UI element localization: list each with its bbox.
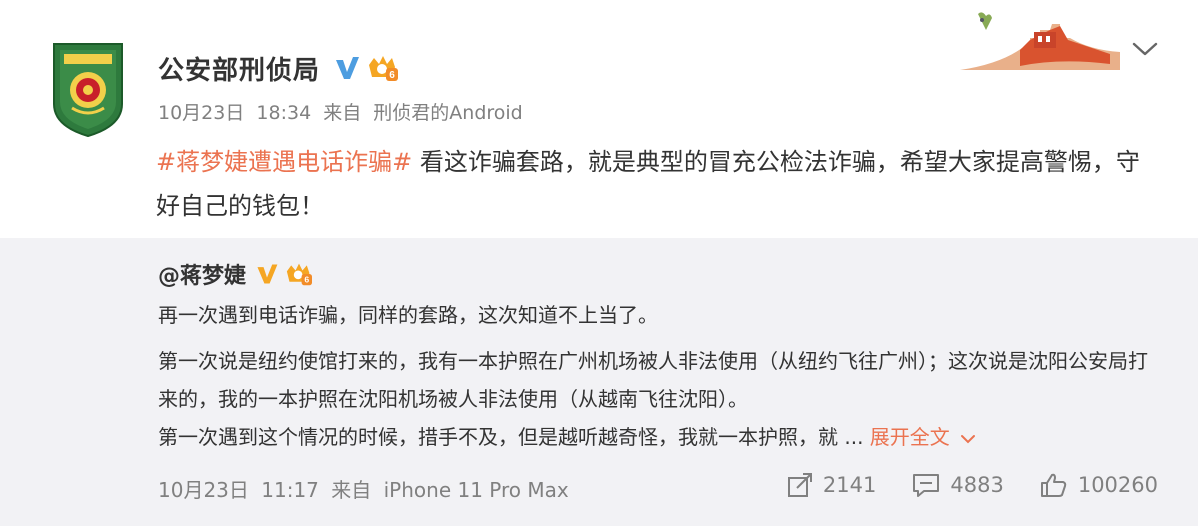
weibo-post: 公安部刑侦局 6 10月23日 18:34 来自 刑侦君的Android #蒋梦… xyxy=(0,0,1198,526)
repost-text: 再一次遇到电话诈骗，同样的套路，这次知道不上当了。 第一次说是纽约使馆打来的，我… xyxy=(158,296,1148,456)
more-menu-button[interactable] xyxy=(1128,34,1162,64)
author-name[interactable]: 公安部刑侦局 xyxy=(158,50,320,87)
post-source[interactable]: 刑侦君的Android xyxy=(373,102,522,124)
author-avatar[interactable] xyxy=(50,38,126,138)
repost-button[interactable]: 2141 xyxy=(787,472,876,498)
post-meta: 10月23日 18:34 来自 刑侦君的Android xyxy=(158,98,529,125)
repost-time[interactable]: 11:17 xyxy=(261,478,319,502)
repost-author[interactable]: @蒋梦婕 xyxy=(158,258,246,290)
repost-author-row: @蒋梦婕 6 xyxy=(158,258,314,290)
police-badge-icon xyxy=(53,43,123,138)
member-crown-icon: 6 xyxy=(284,261,314,287)
repost-actions: 2141 4883 100260 xyxy=(787,472,1158,498)
expand-label: 展开全文 xyxy=(869,425,950,449)
post-date[interactable]: 10月23日 xyxy=(158,102,244,124)
svg-text:6: 6 xyxy=(389,70,395,81)
like-count: 100260 xyxy=(1077,473,1158,497)
repost-from-label: 来自 xyxy=(331,478,372,502)
hashtag-link[interactable]: #蒋梦婕遭遇电话诈骗# xyxy=(156,148,412,176)
comment-count: 4883 xyxy=(950,473,1004,497)
repost-line-3-text: 第一次遇到这个情况的时候，措手不及，但是越听越奇怪，我就一本护照，就 ... xyxy=(158,425,864,449)
like-button[interactable]: 100260 xyxy=(1040,472,1158,498)
svg-text:6: 6 xyxy=(304,275,309,285)
repost-date[interactable]: 10月23日 xyxy=(158,478,249,502)
chevron-down-icon xyxy=(961,434,976,443)
comment-icon xyxy=(913,474,940,497)
repost-count: 2141 xyxy=(822,473,877,497)
post-from-label: 来自 xyxy=(323,102,362,124)
verified-v-icon xyxy=(254,261,280,287)
repost-icon xyxy=(787,473,812,497)
comment-button[interactable]: 4883 xyxy=(912,472,1004,498)
repost-line-1: 再一次遇到电话诈骗，同样的套路，这次知道不上当了。 xyxy=(158,303,658,327)
author-row: 公安部刑侦局 6 xyxy=(158,48,400,88)
great-wall-icon xyxy=(960,8,1120,74)
expand-full-text-link[interactable]: 展开全文 xyxy=(870,425,976,449)
repost-line-3: 第一次遇到这个情况的时候，措手不及，但是越听越奇怪，我就一本护照，就 ... 展… xyxy=(158,418,1148,456)
thumbs-up-icon xyxy=(1040,473,1067,497)
verified-v-icon xyxy=(332,53,362,83)
repost-meta: 10月23日 11:17 来自 iPhone 11 Pro Max xyxy=(158,474,575,503)
member-crown-icon: 6 xyxy=(366,53,400,83)
repost-line-2: 第一次说是纽约使馆打来的，我有一本护照在广州机场被人非法使用（从纽约飞往广州）；… xyxy=(158,349,1148,411)
post-text: #蒋梦婕遭遇电话诈骗# 看这诈骗套路，就是典型的冒充公检法诈骗，希望大家提高警惕… xyxy=(156,140,1156,228)
chevron-down-icon xyxy=(1132,42,1158,56)
repost-source[interactable]: iPhone 11 Pro Max xyxy=(384,478,569,502)
post-time[interactable]: 18:34 xyxy=(256,102,311,124)
